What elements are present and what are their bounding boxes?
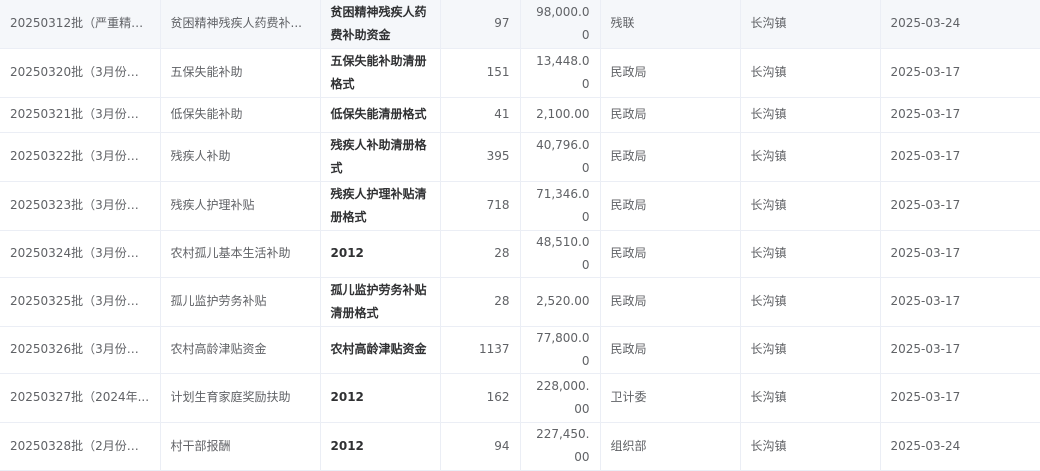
- count-cell: 28: [440, 277, 521, 327]
- template-cell: 2012: [320, 230, 441, 278]
- amount-cell: 71,346.00: [520, 181, 601, 231]
- item-cell: 残疾人护理补贴: [160, 181, 321, 231]
- town-cell: 长沟镇: [740, 230, 881, 278]
- count-cell: 395: [440, 132, 521, 182]
- amount-cell: 98,000.00: [520, 0, 601, 49]
- batch-cell: 20250320批（3月份分...: [0, 48, 161, 98]
- batch-cell: 20250324批（3月份孤...: [0, 230, 161, 278]
- amount-cell: 13,448.00: [520, 48, 601, 98]
- count-cell: 94: [440, 422, 521, 471]
- amount-cell: 228,000.00: [520, 373, 601, 423]
- count-cell: 151: [440, 48, 521, 98]
- item-cell: 农村高龄津贴资金: [160, 326, 321, 374]
- batch-cell: 20250322批（3月份困...: [0, 132, 161, 182]
- item-cell: 孤儿监护劳务补贴: [160, 277, 321, 327]
- town-cell: 长沟镇: [740, 0, 881, 49]
- table-row[interactable]: 20250321批（3月份低... 低保失能补助 低保失能清册格式 41 2,1…: [0, 97, 1040, 133]
- item-cell: 村干部报酬: [160, 422, 321, 471]
- dept-cell: 民政局: [600, 277, 741, 327]
- item-cell: 农村孤儿基本生活补助: [160, 230, 321, 278]
- count-cell: 97: [440, 0, 521, 49]
- dept-cell: 民政局: [600, 132, 741, 182]
- template-cell: 孤儿监护劳务补贴清册格式: [320, 277, 441, 327]
- date-cell: 2025-03-24: [880, 0, 1040, 49]
- template-cell: 农村高龄津贴资金: [320, 326, 441, 374]
- dept-cell: 卫计委: [600, 373, 741, 423]
- town-cell: 长沟镇: [740, 97, 881, 133]
- dept-cell: 民政局: [600, 326, 741, 374]
- batch-cell: 20250326批（3月份高...: [0, 326, 161, 374]
- table-row[interactable]: 20250324批（3月份孤... 农村孤儿基本生活补助 2012 28 48,…: [0, 230, 1040, 278]
- batch-cell: 20250328批（2月份村...: [0, 422, 161, 471]
- town-cell: 长沟镇: [740, 181, 881, 231]
- batch-cell: 20250325批（3月份孤...: [0, 277, 161, 327]
- count-cell: 41: [440, 97, 521, 133]
- table-row[interactable]: 20250322批（3月份困... 残疾人补助 残疾人补助清册格式 395 40…: [0, 132, 1040, 182]
- template-cell: 低保失能清册格式: [320, 97, 441, 133]
- date-cell: 2025-03-17: [880, 373, 1040, 423]
- batch-cell: 20250321批（3月份低...: [0, 97, 161, 133]
- dept-cell: 残联: [600, 0, 741, 49]
- table-row[interactable]: 20250320批（3月份分... 五保失能补助 五保失能补助清册格式 151 …: [0, 48, 1040, 98]
- amount-cell: 227,450.00: [520, 422, 601, 471]
- template-cell: 2012: [320, 373, 441, 423]
- template-cell: 残疾人护理补贴清册格式: [320, 181, 441, 231]
- template-cell: 2012: [320, 422, 441, 471]
- date-cell: 2025-03-17: [880, 230, 1040, 278]
- dept-cell: 民政局: [600, 181, 741, 231]
- count-cell: 1137: [440, 326, 521, 374]
- date-cell: 2025-03-24: [880, 422, 1040, 471]
- date-cell: 2025-03-17: [880, 326, 1040, 374]
- count-cell: 28: [440, 230, 521, 278]
- date-cell: 2025-03-17: [880, 48, 1040, 98]
- amount-cell: 77,800.00: [520, 326, 601, 374]
- table-row[interactable]: 20250327批（2024年... 计划生育家庭奖励扶助 2012 162 2…: [0, 373, 1040, 423]
- dept-cell: 民政局: [600, 97, 741, 133]
- batch-cell: 20250323批（3月份重...: [0, 181, 161, 231]
- amount-cell: 2,100.00: [520, 97, 601, 133]
- table-row[interactable]: 20250323批（3月份重... 残疾人护理补贴 残疾人护理补贴清册格式 71…: [0, 181, 1040, 231]
- town-cell: 长沟镇: [740, 326, 881, 374]
- dept-cell: 民政局: [600, 230, 741, 278]
- batch-cell: 20250327批（2024年...: [0, 373, 161, 423]
- item-cell: 计划生育家庭奖励扶助: [160, 373, 321, 423]
- dept-cell: 民政局: [600, 48, 741, 98]
- table-row[interactable]: 20250312批（严重精神... 贫困精神残疾人药费补... 贫困精神残疾人药…: [0, 0, 1040, 49]
- date-cell: 2025-03-17: [880, 181, 1040, 231]
- table-row[interactable]: 20250328批（2月份村... 村干部报酬 2012 94 227,450.…: [0, 422, 1040, 471]
- count-cell: 162: [440, 373, 521, 423]
- item-cell: 低保失能补助: [160, 97, 321, 133]
- town-cell: 长沟镇: [740, 132, 881, 182]
- dept-cell: 组织部: [600, 422, 741, 471]
- table-row[interactable]: 20250325批（3月份孤... 孤儿监护劳务补贴 孤儿监护劳务补贴清册格式 …: [0, 277, 1040, 327]
- item-cell: 五保失能补助: [160, 48, 321, 98]
- date-cell: 2025-03-17: [880, 97, 1040, 133]
- town-cell: 长沟镇: [740, 48, 881, 98]
- town-cell: 长沟镇: [740, 373, 881, 423]
- batch-cell: 20250312批（严重精神...: [0, 0, 161, 49]
- data-table: 20250312批（严重精神... 贫困精神残疾人药费补... 贫困精神残疾人药…: [0, 0, 1040, 471]
- town-cell: 长沟镇: [740, 277, 881, 327]
- template-cell: 五保失能补助清册格式: [320, 48, 441, 98]
- town-cell: 长沟镇: [740, 422, 881, 471]
- item-cell: 残疾人补助: [160, 132, 321, 182]
- table-row[interactable]: 20250326批（3月份高... 农村高龄津贴资金 农村高龄津贴资金 1137…: [0, 326, 1040, 374]
- amount-cell: 48,510.00: [520, 230, 601, 278]
- item-cell: 贫困精神残疾人药费补...: [160, 0, 321, 49]
- count-cell: 718: [440, 181, 521, 231]
- amount-cell: 2,520.00: [520, 277, 601, 327]
- date-cell: 2025-03-17: [880, 277, 1040, 327]
- amount-cell: 40,796.00: [520, 132, 601, 182]
- template-cell: 贫困精神残疾人药费补助资金: [320, 0, 441, 49]
- template-cell: 残疾人补助清册格式: [320, 132, 441, 182]
- date-cell: 2025-03-17: [880, 132, 1040, 182]
